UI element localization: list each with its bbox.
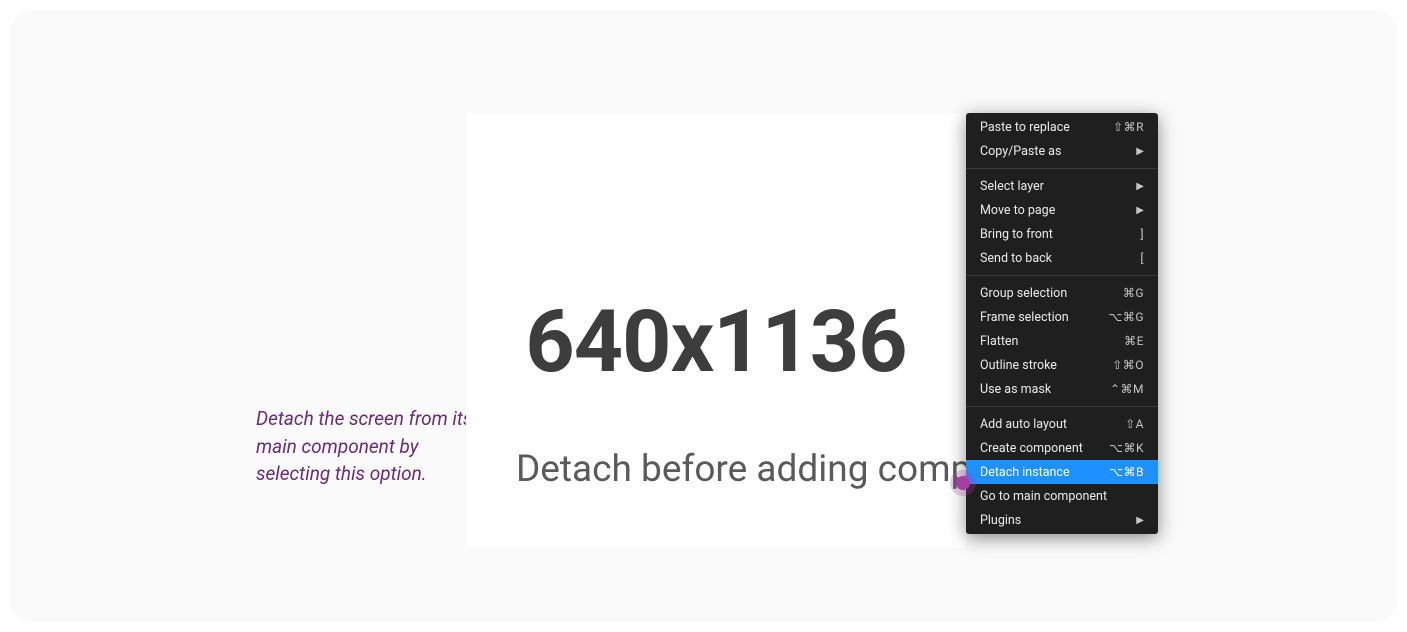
menu-item-shortcut: ⌥⌘B [1109, 465, 1144, 479]
menu-item-label: Outline stroke [980, 358, 1057, 373]
page-card: Detach the screen from its main componen… [10, 10, 1397, 622]
menu-item-label: Plugins [980, 513, 1021, 528]
menu-item-shortcut: ⌥⌘K [1109, 441, 1144, 455]
annotation-target-dot [956, 476, 970, 490]
menu-separator [966, 168, 1158, 169]
chevron-right-icon: ▶ [1136, 205, 1144, 216]
menu-item-label: Create component [980, 441, 1083, 456]
menu-item-detach-instance[interactable]: Detach instance ⌥⌘B [966, 460, 1158, 484]
menu-item-paste-to-replace[interactable]: Paste to replace ⇧⌘R [966, 115, 1158, 139]
canvas-subtitle: Detach before adding components [516, 448, 966, 491]
menu-item-add-auto-layout[interactable]: Add auto layout ⇧A [966, 412, 1158, 436]
context-menu[interactable]: Paste to replace⇧⌘RCopy/Paste as▶Select … [966, 113, 1158, 534]
menu-item-group-selection[interactable]: Group selection ⌘G [966, 281, 1158, 305]
menu-item-shortcut: ⇧⌘R [1113, 120, 1144, 134]
menu-item-flatten[interactable]: Flatten ⌘E [966, 329, 1158, 353]
menu-item-label: Send to back [980, 251, 1052, 266]
canvas-dimensions-label: 640x1136 [525, 291, 906, 392]
menu-item-label: Use as mask [980, 382, 1051, 397]
menu-item-label: Select layer [980, 179, 1044, 194]
menu-item-bring-to-front[interactable]: Bring to front] [966, 222, 1158, 246]
menu-item-plugins[interactable]: Plugins ▶ [966, 508, 1158, 532]
menu-item-label: Flatten [980, 334, 1018, 349]
chevron-right-icon: ▶ [1136, 146, 1144, 157]
menu-item-label: Add auto layout [980, 417, 1067, 432]
menu-separator [966, 406, 1158, 407]
menu-item-shortcut: ⌘G [1123, 286, 1144, 300]
menu-item-copy-paste-as[interactable]: Copy/Paste as ▶ [966, 139, 1158, 163]
menu-item-label: Frame selection [980, 310, 1069, 325]
menu-item-shortcut: ⌘E [1124, 334, 1144, 348]
menu-item-shortcut: ⌥⌘G [1108, 310, 1144, 324]
menu-item-go-to-main-component[interactable]: Go to main component [966, 484, 1158, 508]
chevron-right-icon: ▶ [1136, 181, 1144, 192]
menu-item-label: Move to page [980, 203, 1055, 218]
menu-item-frame-selection[interactable]: Frame selection ⌥⌘G [966, 305, 1158, 329]
menu-separator [966, 275, 1158, 276]
menu-item-label: Paste to replace [980, 120, 1070, 135]
annotation-text: Detach the screen from its main componen… [256, 405, 496, 488]
menu-item-shortcut: ⇧A [1125, 417, 1144, 431]
menu-item-label: Copy/Paste as [980, 144, 1061, 159]
menu-item-shortcut: ] [1140, 227, 1144, 241]
menu-item-move-to-page[interactable]: Move to page ▶ [966, 198, 1158, 222]
menu-item-create-component[interactable]: Create component ⌥⌘K [966, 436, 1158, 460]
menu-item-select-layer[interactable]: Select layer ▶ [966, 174, 1158, 198]
menu-item-shortcut: ⌃⌘M [1110, 382, 1144, 396]
menu-item-send-to-back[interactable]: Send to back [ [966, 246, 1158, 270]
chevron-right-icon: ▶ [1136, 515, 1144, 526]
menu-item-shortcut: ⇧⌘O [1112, 358, 1144, 372]
menu-item-label: Go to main component [980, 489, 1107, 504]
menu-item-label: Detach instance [980, 465, 1070, 480]
menu-item-shortcut: [ [1140, 251, 1144, 265]
canvas-preview: 640x1136 Detach before adding components [466, 113, 966, 548]
menu-item-label: Bring to front [980, 227, 1053, 242]
menu-item-use-as-mask[interactable]: Use as mask ⌃⌘M [966, 377, 1158, 401]
menu-item-outline-stroke[interactable]: Outline stroke ⇧⌘O [966, 353, 1158, 377]
menu-item-label: Group selection [980, 286, 1067, 301]
